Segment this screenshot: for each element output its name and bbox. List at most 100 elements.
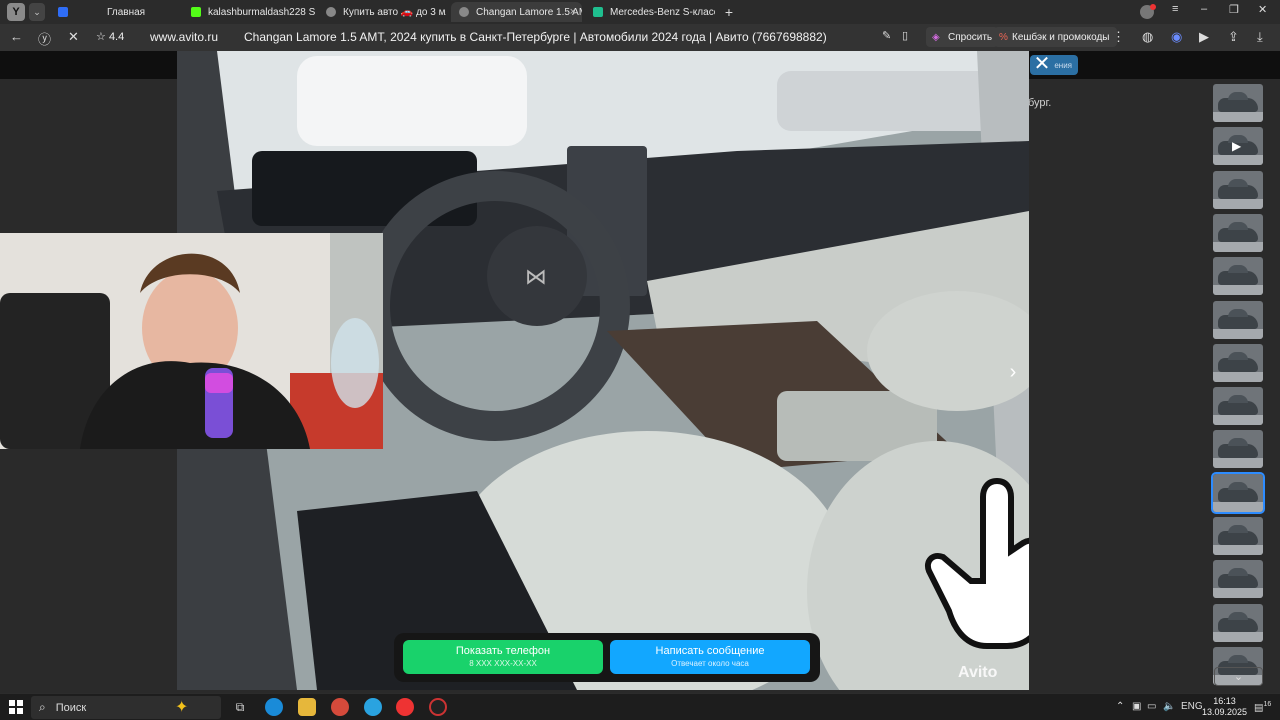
- gallery-thumbnail[interactable]: ▶: [1213, 127, 1263, 165]
- language-indicator[interactable]: ENG: [1181, 701, 1203, 712]
- extension-icon[interactable]: ◉: [1171, 29, 1182, 45]
- more-vertical-icon[interactable]: ⋮: [1112, 29, 1125, 45]
- download-icon[interactable]: ⤓: [1257, 29, 1263, 45]
- thumbnail-car: [1218, 352, 1258, 372]
- cashback-button[interactable]: % Кешбэк и промокоды: [994, 27, 1118, 47]
- clock-time: 16:13: [1213, 696, 1236, 706]
- thumbnail-floor: [1213, 458, 1263, 468]
- thumbnail-car: [1218, 525, 1258, 545]
- taskbar-search[interactable]: ⌕ Поиск ✦: [31, 696, 221, 719]
- webcam-overlay: [0, 233, 383, 449]
- minimize-icon[interactable]: –: [1201, 3, 1207, 15]
- tab-kick-stream[interactable]: kalashburmaldash228 Str: [183, 2, 315, 22]
- stop-loading-icon[interactable]: ✕: [68, 29, 79, 45]
- percent-icon: %: [999, 31, 1008, 43]
- thumbnail-floor: [1213, 199, 1263, 209]
- copilot-sparkle-icon: ✦: [175, 699, 189, 716]
- show-phone-button[interactable]: Показать телефон 8 XXX XXX-XX-XX: [403, 640, 603, 674]
- browser-logo-icon[interactable]: Y: [7, 3, 25, 21]
- taskbar-clock[interactable]: 16:13 13.09.2025: [1202, 696, 1247, 718]
- thumbnail-floor: [1213, 285, 1263, 295]
- menu-icon[interactable]: ≡: [1172, 3, 1178, 15]
- gallery-thumbnail[interactable]: [1213, 560, 1263, 598]
- tab-changan-lamore[interactable]: Changan Lamore 1.5 AM ×: [451, 2, 582, 22]
- show-phone-label: Показать телефон: [455, 645, 551, 657]
- svg-text:⋈: ⋈: [525, 265, 547, 290]
- chrome-icon[interactable]: [331, 698, 349, 716]
- thumbnail-floor: [1213, 632, 1263, 642]
- gallery-thumbnail[interactable]: [1213, 344, 1263, 382]
- gallery-thumbnail[interactable]: [1213, 84, 1263, 122]
- network-icon[interactable]: ▭: [1147, 701, 1156, 712]
- taskbar-search-label: Поиск: [55, 701, 87, 714]
- gallery-thumbnail[interactable]: [1213, 430, 1263, 468]
- thumbnail-floor: [1213, 329, 1263, 339]
- task-view-icon[interactable]: ⧉: [231, 698, 249, 716]
- star-icon: ☆: [96, 31, 106, 43]
- tab-glavnaya[interactable]: Главная: [50, 2, 178, 22]
- tab-buy-car[interactable]: Купить авто 🚗 до 3 млн: [318, 2, 446, 22]
- share-icon[interactable]: ⇪: [1228, 29, 1239, 45]
- rating-value: 4.4: [108, 31, 125, 43]
- next-photo-arrow-icon[interactable]: ›: [1003, 361, 1023, 383]
- gallery-thumbnail[interactable]: [1213, 171, 1263, 209]
- telegram-icon[interactable]: [364, 698, 382, 716]
- yandex-browser-icon[interactable]: [396, 698, 414, 716]
- gallery-thumbnail[interactable]: [1213, 387, 1263, 425]
- profile-avatar[interactable]: [1140, 4, 1156, 19]
- thumbnail-car: [1218, 395, 1258, 415]
- tab-favicon-icon: [58, 7, 68, 17]
- ask-label: Спросить: [948, 31, 993, 43]
- write-message-button[interactable]: Написать сообщение Отвечает около часа: [610, 640, 810, 674]
- bookmark-icon[interactable]: ▯: [902, 29, 908, 42]
- response-time: Отвечает около часа: [671, 659, 749, 668]
- thumbnail-floor: [1213, 545, 1263, 555]
- gallery-thumbnail[interactable]: [1213, 301, 1263, 339]
- gallery-thumbnail[interactable]: [1213, 257, 1263, 295]
- thumbnail-floor: [1213, 112, 1263, 122]
- site-rating[interactable]: ☆ 4.4: [96, 30, 124, 43]
- gallery-thumbnail[interactable]: [1213, 214, 1263, 252]
- tab-list-chevron-icon[interactable]: ⌄: [29, 3, 45, 21]
- thumbnail-floor: [1213, 415, 1263, 425]
- gallery-thumbnail[interactable]: [1213, 604, 1263, 642]
- search-icon: ⌕: [39, 700, 46, 714]
- tray-chevron-icon[interactable]: ⌃: [1116, 701, 1124, 712]
- gallery-thumbnail[interactable]: [1213, 517, 1263, 555]
- tray-app-icon[interactable]: ▣: [1132, 701, 1141, 712]
- tab-mercedes[interactable]: Mercedes-Benz S-класс 3: [585, 2, 715, 22]
- browser-tab-bar: Y ⌄ Главная kalashburmaldash228 Str Купи…: [0, 0, 1280, 24]
- obs-icon[interactable]: [429, 698, 447, 716]
- video-play-icon: ▶: [1232, 139, 1242, 153]
- tab-title: Mercedes-Benz S-класс 3: [610, 6, 715, 18]
- window-close-icon[interactable]: ✕: [1258, 3, 1267, 16]
- yandex-icon[interactable]: ⓨ: [38, 29, 51, 48]
- back-arrow-icon[interactable]: ←: [10, 29, 23, 44]
- notifications-icon[interactable]: ▤16: [1254, 701, 1271, 713]
- thumbnail-floor: [1213, 502, 1263, 512]
- globe-icon[interactable]: ◍: [1142, 29, 1153, 45]
- gallery-close-icon[interactable]: ✕: [1030, 51, 1054, 75]
- file-explorer-icon[interactable]: [298, 698, 316, 716]
- restore-icon[interactable]: ❐: [1229, 3, 1239, 16]
- tab-favicon-icon: [191, 7, 201, 17]
- page-title[interactable]: Changan Lamore 1.5 AMT, 2024 купить в Са…: [244, 30, 827, 44]
- play-icon[interactable]: ▶: [1199, 29, 1209, 45]
- ask-button[interactable]: ◈ Спросить: [926, 27, 999, 47]
- thumbnail-car: [1218, 92, 1258, 112]
- tab-title: Купить авто 🚗 до 3 млн: [343, 6, 446, 18]
- tab-title: Главная: [107, 6, 146, 18]
- gallery-thumbnail[interactable]: [1211, 472, 1265, 514]
- pin-icon[interactable]: ✎: [882, 29, 891, 42]
- url-domain[interactable]: www.avito.ru: [150, 30, 218, 44]
- edge-icon[interactable]: [265, 698, 283, 716]
- new-tab-button[interactable]: +: [721, 4, 737, 20]
- tab-close-icon[interactable]: ×: [570, 6, 576, 18]
- windows-start-icon[interactable]: [9, 700, 23, 714]
- avito-watermark: Avito: [958, 664, 998, 681]
- volume-icon[interactable]: 🔈: [1163, 701, 1175, 712]
- thumbnail-floor: [1213, 242, 1263, 252]
- write-message-label: Написать сообщение: [655, 645, 765, 657]
- notification-count: 16: [1263, 701, 1272, 708]
- thumbnails-scroll-down-icon[interactable]: ⌄: [1214, 667, 1263, 686]
